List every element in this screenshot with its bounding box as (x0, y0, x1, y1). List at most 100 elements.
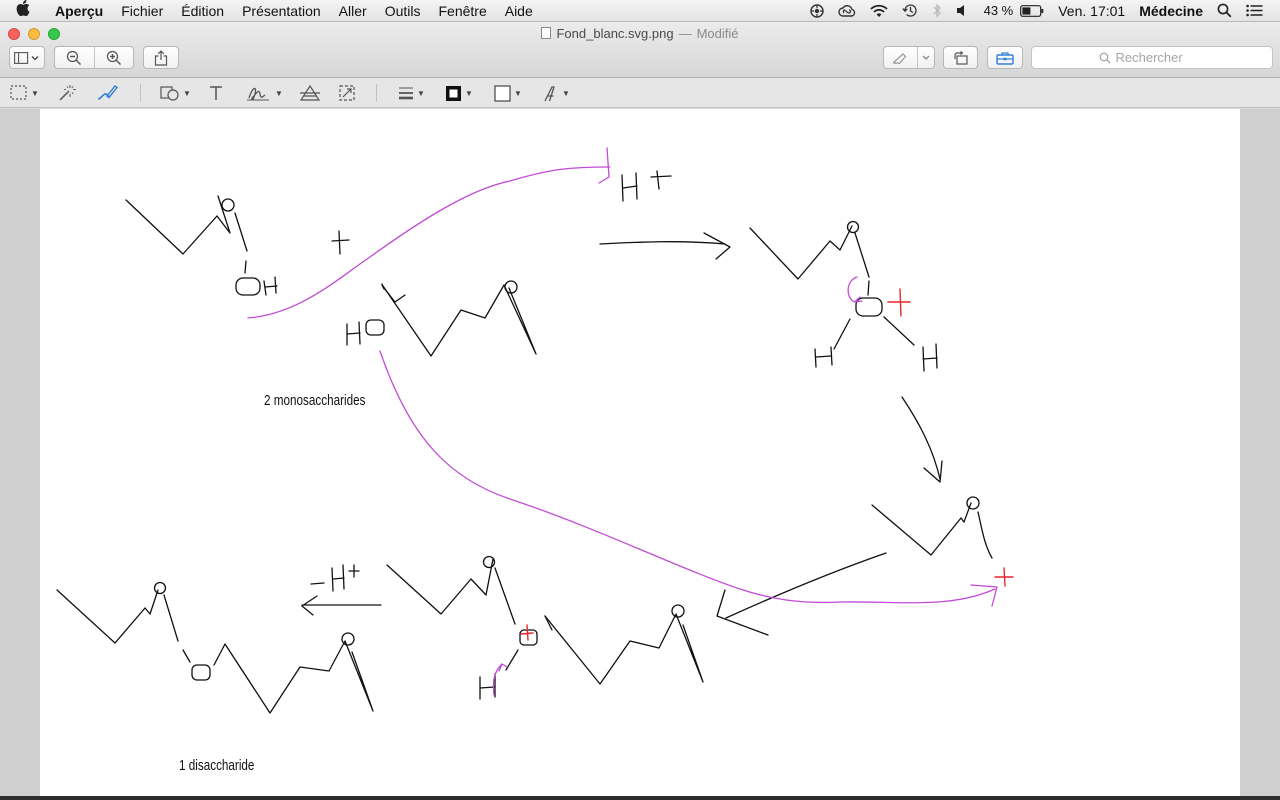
text-icon (210, 86, 222, 100)
zoom-in-button[interactable] (93, 47, 133, 68)
plus-sign (331, 230, 350, 255)
document-title: Fond_blanc.svg.png — Modifié (0, 26, 1280, 41)
title-separator: — (678, 26, 692, 41)
text-style-button[interactable]: ▼ (543, 82, 570, 104)
protonated-monosaccharide (749, 220, 938, 372)
purple-arrow-nucleophilic-attack (379, 350, 998, 607)
time-machine-icon[interactable] (895, 3, 925, 18)
menu-fichier[interactable]: Fichier (112, 3, 172, 19)
resize-icon (339, 85, 355, 101)
fill-color-button[interactable]: ▼ (494, 82, 522, 104)
clock[interactable]: Ven. 17:01 (1051, 3, 1132, 19)
positive-charge-3 (520, 624, 534, 641)
label-disaccharide: 1 disaccharide (179, 757, 255, 774)
toolbar-divider (140, 84, 141, 102)
menu-bar: Aperçu Fichier Édition Présentation Alle… (0, 0, 1280, 22)
search-input[interactable] (1115, 50, 1206, 65)
border-color-icon (446, 85, 461, 101)
text-tool-button[interactable] (208, 82, 224, 104)
toolbox-icon (996, 51, 1014, 65)
search-icon (1099, 52, 1111, 64)
line-style-button[interactable]: ▼ (398, 82, 425, 104)
sidebar-icon (14, 51, 39, 64)
highlight-menu-button[interactable] (916, 47, 934, 68)
spotlight-search-icon[interactable] (1210, 3, 1239, 18)
menu-aide[interactable]: Aide (496, 3, 542, 19)
notification-center-icon[interactable] (1239, 4, 1270, 17)
sync-status-icon[interactable] (803, 3, 831, 18)
minus-h-plus-label (310, 564, 360, 592)
user-name[interactable]: Médecine (1132, 3, 1210, 19)
sketch-pen-icon (97, 85, 118, 100)
rectangular-selection-icon (10, 85, 27, 100)
wifi-icon[interactable] (863, 4, 895, 18)
magic-wand-icon (59, 85, 76, 101)
positive-charge-2 (994, 567, 1014, 587)
window-bottom-edge (0, 796, 1280, 800)
menu-app-name[interactable]: Aperçu (46, 3, 112, 19)
document-status: Modifié (696, 26, 739, 41)
signature-icon (247, 87, 269, 101)
bluetooth-icon[interactable] (925, 3, 949, 18)
search-field[interactable] (1031, 46, 1273, 69)
carbocation-intermediate (871, 496, 993, 559)
document-canvas[interactable]: 2 monosaccharides 1 disaccharide (0, 109, 1280, 800)
reaction-arrow-1 (599, 232, 731, 260)
battery-icon[interactable] (1020, 4, 1051, 17)
line-weight-icon (399, 87, 413, 100)
zoom-out-icon (67, 50, 82, 65)
sketch-tool-button[interactable] (96, 82, 118, 104)
battery-percentage[interactable]: 43 % (977, 3, 1021, 18)
menu-outils[interactable]: Outils (376, 3, 430, 19)
menu-fenetre[interactable]: Fenêtre (429, 3, 495, 19)
highlighter-icon (893, 52, 907, 64)
shapes-icon (160, 86, 179, 101)
instant-alpha-button[interactable] (58, 82, 76, 104)
reaction-arrow-2 (901, 396, 943, 483)
adjust-size-button[interactable] (338, 82, 356, 104)
share-button[interactable] (143, 46, 179, 69)
sidebar-toggle-button[interactable] (9, 46, 45, 69)
reaction-arrow-4 (301, 595, 382, 616)
zoom-in-icon (106, 50, 121, 65)
document-file-name: Fond_blanc.svg.png (556, 26, 674, 41)
zoom-out-button[interactable] (55, 47, 94, 68)
highlight-button[interactable] (884, 47, 917, 68)
menu-edition[interactable]: Édition (172, 3, 233, 19)
markup-toolbar: ▼ ▼ ▼ ▼ ▼ ▼ ▼ (0, 78, 1280, 108)
selection-tool-button[interactable]: ▼ (10, 82, 39, 104)
monosaccharide-ring-2 (346, 280, 537, 357)
signature-button[interactable]: ▼ (246, 82, 283, 104)
rotate-icon (953, 50, 968, 65)
shapes-button[interactable]: ▼ (160, 82, 191, 104)
menu-aller[interactable]: Aller (330, 3, 376, 19)
label-monosaccharides: 2 monosaccharides (264, 392, 366, 409)
toolbar-divider (376, 84, 377, 102)
monosaccharide-ring-1 (125, 195, 278, 296)
purple-arrow-proton-transfer (247, 147, 611, 319)
border-color-button[interactable]: ▼ (445, 82, 473, 104)
disaccharide-product (56, 581, 374, 714)
apple-menu-icon[interactable] (0, 0, 46, 21)
creative-cloud-icon[interactable] (831, 4, 863, 17)
share-icon (154, 49, 168, 66)
volume-icon[interactable] (949, 4, 977, 17)
fill-color-icon (494, 84, 511, 102)
title-bar: Fond_blanc.svg.png — Modifié (0, 22, 1280, 78)
document-page[interactable]: 2 monosaccharides 1 disaccharide (40, 109, 1240, 796)
annotate-controls (883, 46, 935, 69)
adjust-color-button[interactable] (300, 82, 320, 104)
menu-presentation[interactable]: Présentation (233, 3, 330, 19)
preview-window: Fond_blanc.svg.png — Modifié Rechercher … (0, 22, 1280, 800)
font-icon (544, 85, 555, 101)
chevron-down-icon (922, 55, 930, 60)
positive-charge-1 (887, 288, 911, 317)
hand-drawn-sketch (56, 147, 1014, 714)
file-icon (541, 27, 552, 39)
prism-icon (300, 85, 320, 101)
rotate-button[interactable] (943, 46, 978, 69)
h-plus-label (621, 170, 672, 202)
reaction-arrow-3 (716, 552, 887, 636)
zoom-controls (54, 46, 134, 69)
markup-toolbar-button[interactable] (987, 46, 1023, 69)
